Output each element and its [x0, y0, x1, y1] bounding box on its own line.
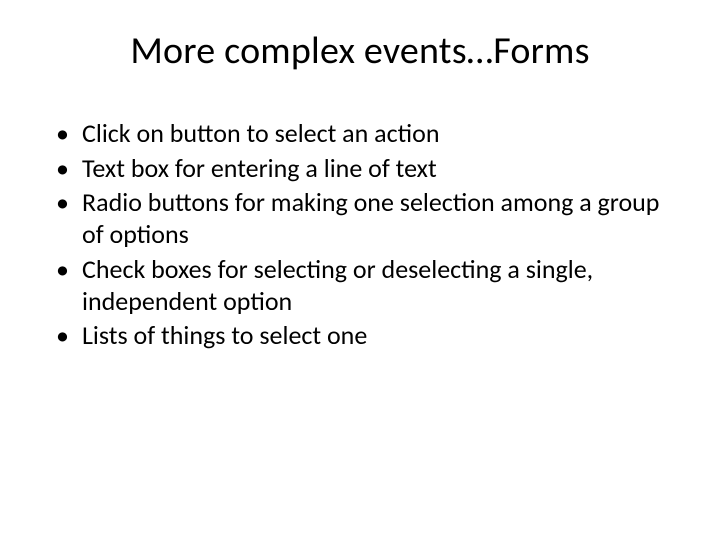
list-item: Check boxes for selecting or deselecting… — [56, 254, 676, 317]
bullet-list: Click on button to select an action Text… — [44, 118, 676, 352]
list-item: Lists of things to select one — [56, 320, 676, 352]
list-item: Text box for entering a line of text — [56, 153, 676, 185]
list-item: Click on button to select an action — [56, 118, 676, 150]
slide-title: More complex events…Forms — [44, 28, 676, 74]
list-item: Radio buttons for making one selection a… — [56, 187, 676, 250]
slide: More complex events…Forms Click on butto… — [0, 0, 720, 540]
